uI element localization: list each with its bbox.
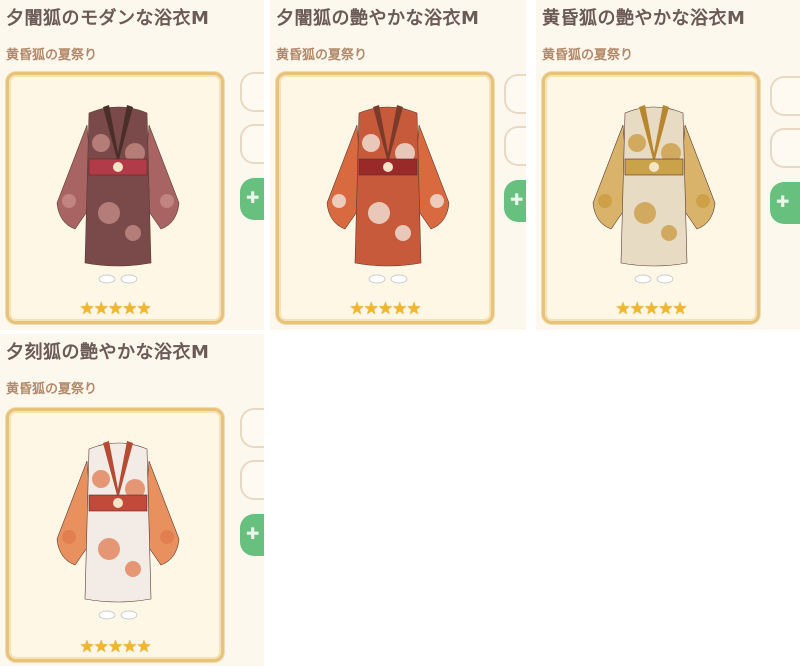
item-card[interactable]: 夕刻狐の艶やかな浴衣M 黄昏狐の夏祭り ★★★★★ ✚: [0, 334, 264, 666]
get-button[interactable]: ✚: [240, 514, 264, 556]
rarity-stars: ★★★★★: [79, 299, 151, 319]
kimono-pattern: [696, 194, 710, 208]
kimono-foot-right: [120, 610, 138, 620]
kimono-pattern: [368, 202, 390, 224]
kimono-foot-left: [98, 610, 116, 620]
side-option-button[interactable]: [240, 408, 264, 448]
rarity-stars: ★★★★★: [349, 299, 421, 319]
rarity-stars: ★★★★★: [615, 299, 687, 319]
gift-icon: ✚: [246, 524, 260, 543]
kimono-pattern: [62, 194, 76, 208]
kimono-image: [592, 105, 716, 284]
item-name: 夕刻狐の艶やかな浴衣M: [6, 342, 210, 363]
kimono-body: [620, 106, 688, 267]
kimono-pattern: [160, 194, 174, 208]
kimono-foot-left: [368, 274, 386, 284]
kimono-foot-right: [120, 274, 138, 284]
kimono-obi-knot: [649, 162, 659, 172]
kimono-pattern: [98, 202, 120, 224]
item-name: 夕闇狐のモダンな浴衣M: [6, 8, 210, 29]
kimono-foot-left: [98, 274, 116, 284]
rarity-stars: ★★★★★: [79, 637, 151, 657]
side-option-button[interactable]: [504, 74, 526, 114]
side-option-button[interactable]: [504, 126, 526, 166]
kimono-foot-left: [634, 274, 652, 284]
kimono-pattern: [125, 225, 141, 241]
kimono-pattern: [332, 194, 346, 208]
item-event: 黄昏狐の夏祭り: [542, 48, 634, 63]
kimono-pattern: [661, 225, 677, 241]
item-card[interactable]: 夕闇狐の艶やかな浴衣M 黄昏狐の夏祭り ★★★★★ ✚: [270, 0, 526, 330]
kimono-body: [354, 106, 422, 267]
kimono-pattern: [160, 530, 174, 544]
side-option-button[interactable]: [770, 128, 800, 168]
side-option-button[interactable]: [240, 460, 264, 500]
side-option-button[interactable]: [770, 76, 800, 116]
kimono-obi-knot: [383, 162, 393, 172]
kimono-pattern: [362, 134, 380, 152]
kimono-pattern: [92, 470, 110, 488]
kimono-pattern: [62, 530, 76, 544]
item-card[interactable]: 黄昏狐の艶やかな浴衣M 黄昏狐の夏祭り ★★★★★ ✚: [536, 0, 800, 330]
kimono-body: [84, 106, 152, 267]
item-event: 黄昏狐の夏祭り: [6, 48, 98, 63]
kimono-image: [56, 105, 180, 284]
gift-icon: ✚: [246, 188, 260, 207]
side-option-button[interactable]: [240, 72, 264, 112]
kimono-pattern: [98, 538, 120, 560]
kimono-pattern: [125, 561, 141, 577]
kimono-image: [56, 441, 180, 620]
kimono-pattern: [430, 194, 444, 208]
kimono-pattern: [628, 134, 646, 152]
get-button[interactable]: ✚: [504, 180, 526, 222]
item-name: 黄昏狐の艶やかな浴衣M: [542, 8, 746, 29]
kimono-pattern: [395, 225, 411, 241]
kimono-foot-right: [390, 274, 408, 284]
gift-icon: ✚: [776, 192, 790, 211]
side-option-button[interactable]: [240, 124, 264, 164]
item-image-frame[interactable]: ★★★★★: [542, 72, 760, 324]
item-card[interactable]: 夕闇狐のモダンな浴衣M 黄昏狐の夏祭り ★★★★★ ✚: [0, 0, 264, 330]
item-image-frame[interactable]: ★★★★★: [276, 72, 494, 324]
kimono-image: [326, 105, 450, 284]
kimono-pattern: [598, 194, 612, 208]
kimono-foot-right: [656, 274, 674, 284]
item-image-frame[interactable]: ★★★★★: [6, 72, 224, 324]
kimono-obi-knot: [113, 162, 123, 172]
kimono-obi-knot: [113, 498, 123, 508]
kimono-pattern: [92, 134, 110, 152]
get-button[interactable]: ✚: [240, 178, 264, 220]
item-event: 黄昏狐の夏祭り: [276, 48, 368, 63]
item-image-frame[interactable]: ★★★★★: [6, 408, 224, 662]
gift-icon: ✚: [510, 190, 524, 209]
item-event: 黄昏狐の夏祭り: [6, 382, 98, 397]
item-name: 夕闇狐の艶やかな浴衣M: [276, 8, 480, 29]
kimono-pattern: [634, 202, 656, 224]
kimono-body: [84, 442, 152, 603]
get-button[interactable]: ✚: [770, 182, 800, 224]
